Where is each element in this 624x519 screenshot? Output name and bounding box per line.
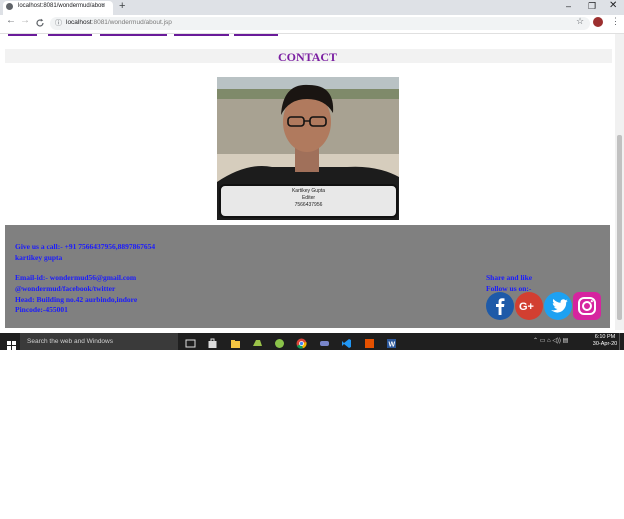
tab-title: localhost:8081/wondermud/abou bbox=[18, 3, 105, 9]
footer-call: Give us a call:- +91 7566437956,88978676… bbox=[15, 242, 156, 251]
svg-text:W: W bbox=[389, 342, 396, 349]
chrome-icon[interactable] bbox=[296, 336, 307, 349]
system-tray-icons[interactable]: ⌃ ▭ ⌂ ◁)) ▤ bbox=[533, 337, 568, 344]
taskbar-search-placeholder: Search the web and Windows bbox=[27, 338, 113, 345]
footer-social-handle: @wondermud/facebook/twitter bbox=[15, 284, 116, 293]
url-host: localhost bbox=[66, 19, 92, 26]
app-icon[interactable] bbox=[319, 336, 330, 347]
info-icon[interactable]: ⓘ bbox=[55, 18, 62, 28]
person-phone: 7566437956 bbox=[294, 202, 323, 208]
app-icon[interactable] bbox=[364, 336, 375, 348]
vscode-icon[interactable] bbox=[341, 336, 352, 348]
bookmark-star-icon[interactable]: ☆ bbox=[576, 16, 584, 27]
globe-icon bbox=[6, 3, 13, 10]
profile-avatar[interactable] bbox=[593, 17, 603, 27]
person-name: Kartikey Gupta bbox=[291, 188, 326, 194]
word-icon[interactable]: W bbox=[386, 336, 397, 349]
app-icon[interactable] bbox=[274, 336, 285, 348]
window-maximize-button[interactable]: ❐ bbox=[588, 1, 596, 12]
page-title: CONTACT bbox=[277, 50, 338, 64]
show-desktop-button[interactable] bbox=[619, 333, 624, 350]
footer-email: Email-id:- wondermud56@gmail.com bbox=[15, 273, 137, 282]
footer-address: Head: Building no.42 aurbindo,indore bbox=[15, 295, 138, 304]
footer-name: kartikey gupta bbox=[15, 253, 63, 262]
google-plus-icon[interactable]: G+ bbox=[515, 292, 543, 320]
profile-caption: Kartikey Gupta Editer 7566437956 bbox=[219, 184, 398, 218]
nav-link[interactable] bbox=[234, 34, 278, 36]
back-icon[interactable]: ← bbox=[6, 15, 16, 26]
store-icon[interactable] bbox=[207, 336, 218, 348]
file-explorer-icon[interactable] bbox=[230, 336, 241, 348]
scrollbar-thumb[interactable] bbox=[617, 135, 622, 320]
instagram-icon[interactable] bbox=[573, 292, 601, 320]
url-text[interactable]: localhost:8081/wondermud/about.jsp bbox=[66, 19, 172, 26]
url-path: :8081/wondermud/about.jsp bbox=[91, 19, 172, 26]
taskbar-clock-time[interactable]: 6:10 PM bbox=[590, 334, 620, 340]
footer-pincode: Pincode:-455001 bbox=[15, 305, 68, 314]
person-role: Editer bbox=[301, 195, 316, 201]
nav-link[interactable] bbox=[100, 34, 167, 36]
nav-link[interactable] bbox=[8, 34, 37, 36]
twitter-icon[interactable] bbox=[544, 292, 572, 320]
browser-menu-icon[interactable]: ⋮ bbox=[611, 16, 620, 27]
nav-link[interactable] bbox=[48, 34, 92, 36]
drive-icon[interactable] bbox=[252, 336, 263, 347]
taskbar-clock-date[interactable]: 30-Apr-20 bbox=[590, 341, 620, 347]
tab-close-icon[interactable]: × bbox=[101, 2, 105, 9]
forward-icon[interactable]: → bbox=[20, 15, 30, 26]
nav-link[interactable] bbox=[174, 34, 229, 36]
reload-icon[interactable] bbox=[35, 15, 45, 31]
facebook-icon[interactable] bbox=[486, 292, 514, 320]
window-close-button[interactable]: ✕ bbox=[609, 0, 617, 11]
windows-start-icon[interactable] bbox=[7, 337, 16, 350]
new-tab-button[interactable]: + bbox=[119, 0, 125, 12]
window-minimize-button[interactable]: – bbox=[566, 1, 571, 11]
svg-text:G+: G+ bbox=[519, 301, 534, 313]
task-view-icon[interactable] bbox=[185, 336, 196, 348]
footer-share: Share and like bbox=[486, 273, 533, 282]
